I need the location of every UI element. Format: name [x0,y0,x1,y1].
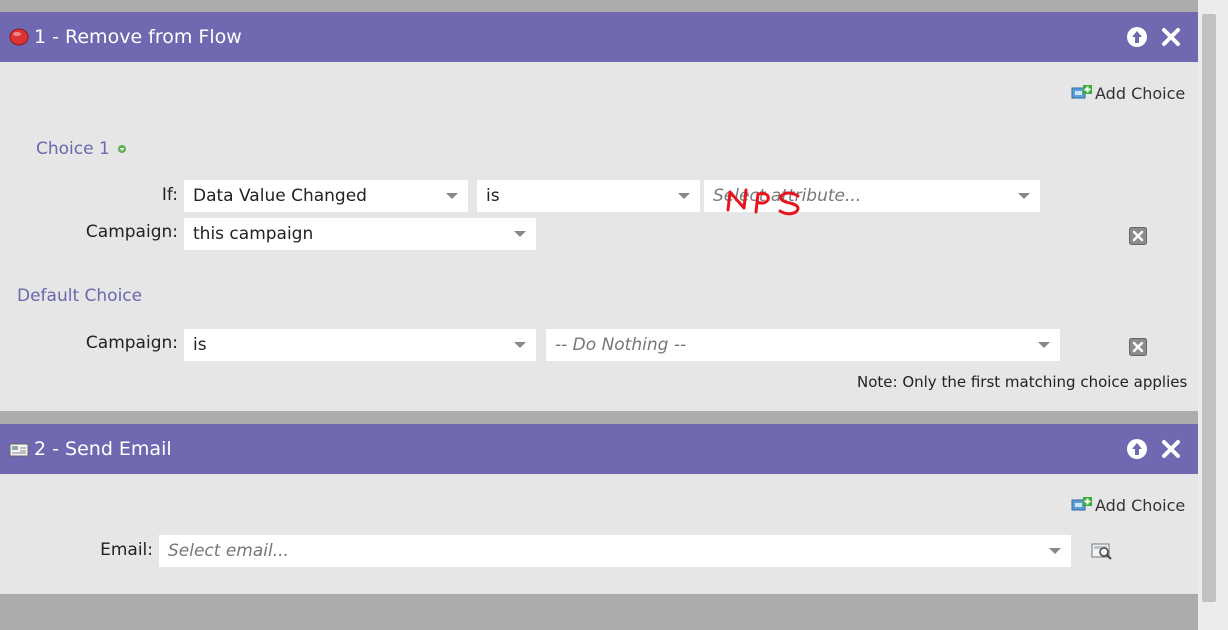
add-choice-icon [1071,497,1092,511]
chevron-down-icon [446,193,458,199]
condition-select[interactable]: Data Value Changed [184,180,468,212]
delete-choice-icon[interactable] [1129,227,1147,245]
default-choice-label: Default Choice [17,286,143,306]
flow-step-send-email: 2 - Send Email Add Choice Email: Select … [0,424,1198,594]
close-icon[interactable] [1160,26,1182,48]
red-circle-icon [9,28,29,46]
campaign-label: Campaign: [85,222,178,242]
campaign-select[interactable]: this campaign [184,218,536,250]
flow-step-remove-from-flow: 1 - Remove from Flow Add Choice Choice 1… [0,12,1198,411]
chevron-down-icon [1018,193,1030,199]
default-action-select[interactable]: -- Do Nothing -- [546,329,1060,361]
expand-arrow-icon [118,145,127,153]
chevron-down-icon [1038,342,1050,348]
email-placeholder: Select email... [168,541,289,561]
if-label: If: [161,185,178,205]
email-icon [9,443,29,457]
default-campaign-label: Campaign: [85,333,178,353]
move-up-icon[interactable] [1126,26,1148,48]
chevron-down-icon [514,231,526,237]
preview-email-icon[interactable] [1091,542,1113,560]
choice-1-label: Choice 1 [36,139,110,159]
move-up-icon[interactable] [1126,438,1148,460]
chevron-down-icon [1049,548,1061,554]
chevron-down-icon [678,193,690,199]
step-title: 1 - Remove from Flow [34,26,242,48]
step-header: 1 - Remove from Flow [0,12,1198,62]
matching-note: Note: Only the first matching choice app… [857,373,1188,391]
add-choice-label: Add Choice [1095,496,1186,515]
close-icon[interactable] [1160,438,1182,460]
default-operator-select[interactable]: is [184,329,536,361]
add-choice-label: Add Choice [1095,84,1186,103]
condition-value: Data Value Changed [193,186,367,206]
step-title: 2 - Send Email [34,438,172,460]
handwritten-nps-annotation [726,188,800,216]
choice-1-toggle[interactable]: Choice 1 [36,139,127,159]
delete-default-choice-icon[interactable] [1129,338,1147,356]
default-action-value: -- Do Nothing -- [555,335,687,355]
operator-value: is [486,186,500,206]
default-operator-value: is [193,335,207,355]
step-header: 2 - Send Email [0,424,1198,474]
email-label: Email: [100,540,153,560]
campaign-value: this campaign [193,224,314,244]
add-choice-button[interactable]: Add Choice [1071,83,1185,103]
chevron-down-icon [514,342,526,348]
scrollbar-thumb[interactable] [1202,14,1216,602]
operator-select[interactable]: is [477,180,700,212]
add-choice-button[interactable]: Add Choice [1071,495,1185,515]
email-select[interactable]: Select email... [159,535,1071,567]
vertical-scrollbar[interactable] [1198,0,1228,630]
add-choice-icon [1071,85,1092,99]
